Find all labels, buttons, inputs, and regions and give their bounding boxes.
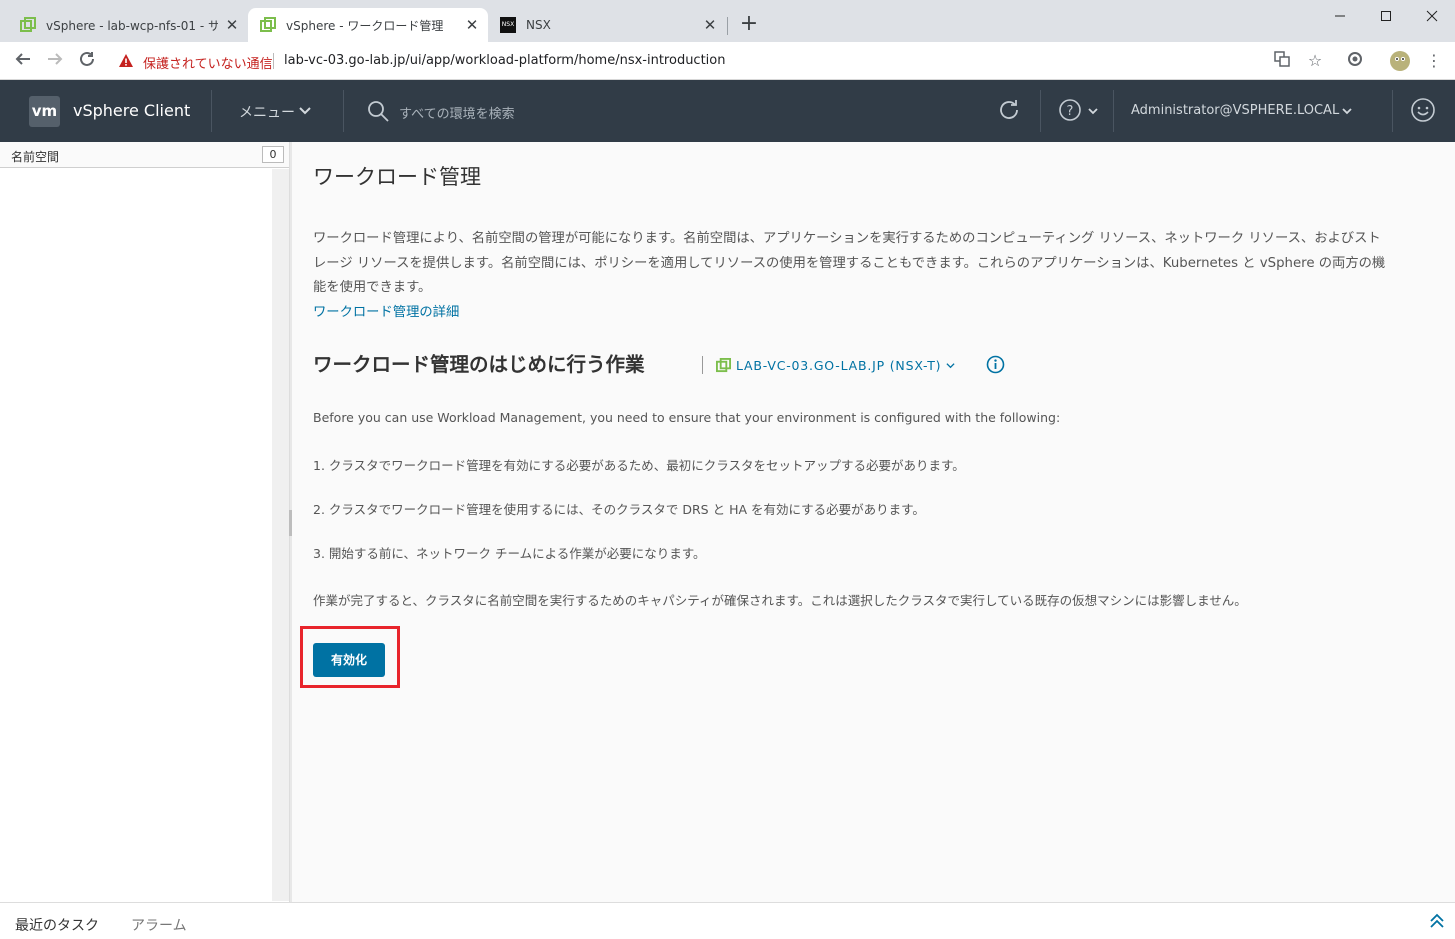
global-search-input[interactable]: すべての環境を検索 [399,103,515,122]
header-divider [1113,90,1114,132]
prerequisite-step-2: 2. クラスタでワークロード管理を使用するには、そのクラスタで DRS と HA… [313,502,925,517]
back-button[interactable] [12,50,34,72]
browser-tab-summary[interactable]: vSphere - lab-wcp-nfs-01 - サマリ ✕ [8,8,248,42]
vcenter-selector[interactable]: LAB-VC-03.GO-LAB.JP (NSX-T) [736,358,955,373]
header-divider [1040,90,1041,132]
header-divider [211,90,212,132]
extension-icon[interactable] [1345,51,1365,71]
browser-tab-nsx[interactable]: NSX NSX ✕ [488,8,726,42]
user-menu[interactable]: Administrator@VSPHERE.LOCAL [1131,103,1339,118]
intro-line: レージ リソースを提供します。名前空間には、ポリシーを適用してリソースの使用を管… [313,255,1386,271]
chevron-down-icon[interactable] [298,104,312,118]
header-divider [343,90,344,132]
search-icon[interactable] [366,99,390,123]
alarms-tab[interactable]: アラーム [131,915,187,935]
tab-title: vSphere - lab-wcp-nfs-01 - サマリ [46,18,218,33]
minimize-icon [1335,15,1345,17]
svg-text:?: ? [1067,104,1074,119]
close-tab-icon[interactable]: ✕ [702,17,718,33]
arrow-left-icon [15,53,30,65]
prerequisite-step-3: 3. 開始する前に、ネットワーク チームによる作業が必要になります。 [313,546,706,561]
recent-tasks-tab[interactable]: 最近のタスク [15,915,99,935]
section-title: ワークロード管理のはじめに行う作業 [313,353,645,376]
refresh-icon[interactable] [996,97,1022,123]
bottom-panel-bar [0,902,1455,939]
arrow-right-icon [48,53,63,65]
namespace-pane-title: 名前空間 [11,150,60,164]
reload-button[interactable] [76,50,98,72]
prerequisite-step-1: 1. クラスタでワークロード管理を有効にする必要があるため、最初にクラスタをセッ… [313,458,965,473]
vsphere-favicon-icon [20,17,36,32]
tab-title: vSphere - ワークロード管理 [286,18,444,33]
header-divider [1392,90,1393,132]
warning-icon[interactable] [118,53,134,69]
chevron-down-icon[interactable] [1341,105,1353,117]
enable-button[interactable]: 有効化 [313,643,385,677]
bookmark-star-icon[interactable]: ☆ [1305,51,1325,71]
translate-icon[interactable] [1272,51,1292,71]
chevron-down-icon[interactable] [1087,105,1099,117]
forward-button[interactable] [44,50,66,72]
minimize-button[interactable] [1317,5,1363,27]
close-icon [1426,10,1438,22]
info-icon[interactable] [986,355,1005,374]
intro-paragraph: ワークロード管理により、名前空間の管理が可能になります。名前空間は、アプリケーシ… [313,227,1443,301]
vmware-logo: vm [29,96,60,127]
chevron-down-icon [946,363,955,369]
section-separator [702,356,703,374]
page-title: ワークロード管理 [313,165,481,189]
intro-line: ワークロード管理により、名前空間の管理が可能になります。名前空間は、アプリケーシ… [313,231,1381,246]
intro-line: 能を使用できます。 [313,280,432,295]
security-status[interactable]: 保護されていない通信 [143,53,273,72]
profile-avatar-icon[interactable] [1389,50,1410,71]
tab-title: NSX [526,18,551,32]
vsphere-favicon-icon [260,17,276,32]
vcenter-selector-label: LAB-VC-03.GO-LAB.JP (NSX-T) [736,358,942,373]
double-chevron-up-icon[interactable] [1428,912,1446,930]
vcenter-icon [716,358,731,373]
close-tab-icon[interactable]: ✕ [464,17,480,33]
namespace-count-badge: 0 [262,146,284,163]
url-field[interactable]: lab-vc-03.go-lab.jp/ui/app/workload-plat… [284,53,726,68]
close-tab-icon[interactable]: ✕ [224,17,240,33]
maximize-button[interactable] [1363,5,1409,27]
browser-tab-workload[interactable]: vSphere - ワークロード管理 ✕ [248,8,488,42]
namespace-pane [0,142,290,902]
help-icon[interactable]: ? [1058,98,1082,122]
reload-icon [80,51,94,66]
tab-separator [727,17,728,35]
namespace-scrollbar[interactable] [272,169,289,901]
nsx-favicon-icon: NSX [500,17,516,33]
menu-button[interactable]: メニュー [239,102,295,122]
app-name[interactable]: vSphere Client [73,101,190,120]
workload-details-link[interactable]: ワークロード管理の詳細 [313,301,459,320]
window-close-button[interactable] [1409,5,1455,27]
browser-menu-icon[interactable]: ⋮ [1424,51,1444,71]
completion-note: 作業が完了すると、クラスタに名前空間を実行するためのキャパシティが確保されます。… [313,593,1247,608]
feedback-smiley-icon[interactable] [1410,97,1436,123]
url-separator [273,53,274,69]
maximize-icon [1381,11,1391,21]
prerequisite-intro: Before you can use Workload Management, … [313,410,1061,425]
new-tab-button[interactable]: + [739,13,759,35]
